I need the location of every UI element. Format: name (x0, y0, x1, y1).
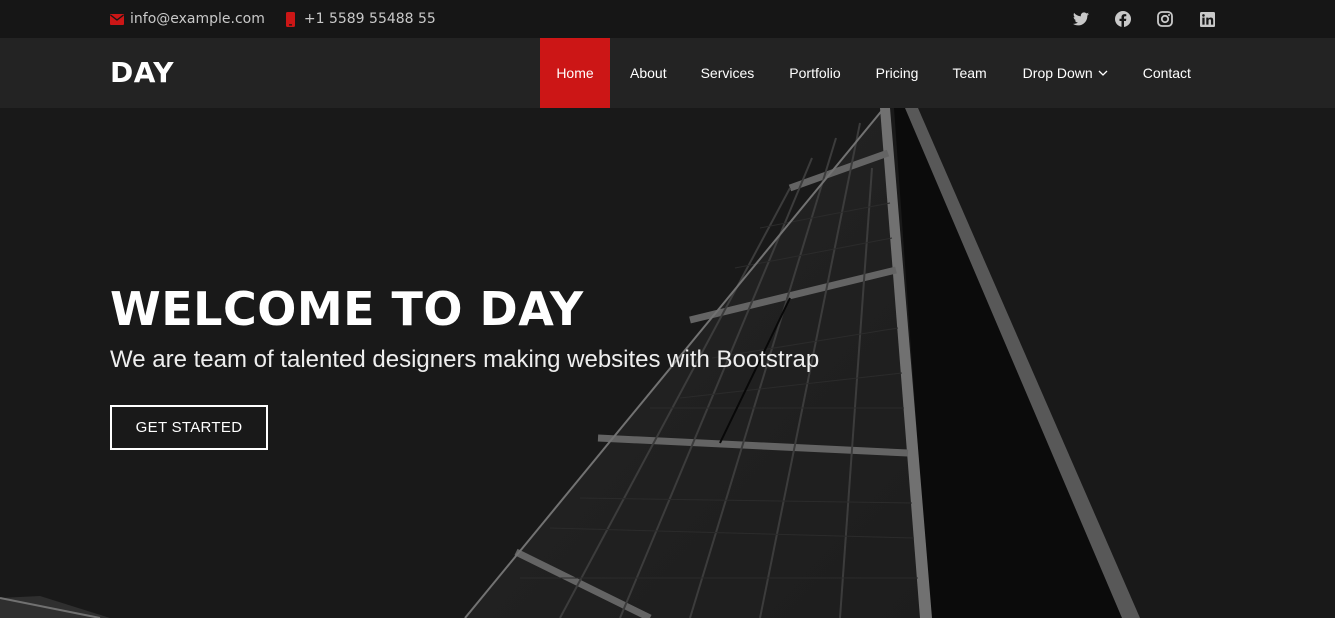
facebook-icon[interactable] (1115, 11, 1131, 27)
nav-item-about[interactable]: About (610, 38, 684, 108)
nav-item-contact[interactable]: Contact (1126, 38, 1191, 108)
email-link[interactable]: info@example.com (110, 11, 265, 27)
nav-label: Services (700, 65, 755, 81)
hero-title: WELCOME TO DAY (110, 282, 584, 336)
site-header: DAY Home About Services Portfolio Pricin… (0, 38, 1335, 108)
get-started-button[interactable]: GET STARTED (110, 405, 268, 450)
nav-item-portfolio[interactable]: Portfolio (771, 38, 857, 108)
twitter-icon[interactable] (1073, 11, 1089, 27)
nav-label: Pricing (875, 65, 919, 81)
instagram-icon[interactable] (1157, 11, 1173, 27)
email-text: info@example.com (130, 11, 265, 27)
nav-label: Home (556, 65, 594, 81)
phone-icon (284, 11, 298, 27)
chevron-down-icon (1098, 70, 1108, 76)
nav-label: Team (952, 65, 987, 81)
phone-text: +1 5589 55488 55 (303, 11, 436, 27)
hero-subtitle: We are team of talented designers making… (110, 346, 820, 373)
hero-section: WELCOME TO DAY We are team of talented d… (0, 108, 1335, 618)
nav-label: Contact (1142, 65, 1191, 81)
nav-item-services[interactable]: Services (684, 38, 772, 108)
phone-link[interactable]: +1 5589 55488 55 (284, 11, 436, 27)
envelope-icon (110, 12, 124, 26)
nav-item-home[interactable]: Home (540, 38, 610, 108)
site-logo[interactable]: DAY (110, 56, 174, 89)
contact-info: info@example.com +1 5589 55488 55 (110, 0, 455, 38)
nav-item-drop-down[interactable]: Drop Down (1005, 38, 1126, 108)
linkedin-icon[interactable] (1199, 11, 1215, 27)
social-links (1073, 0, 1215, 38)
nav-item-team[interactable]: Team (935, 38, 1004, 108)
nav-label: About (630, 65, 667, 81)
main-nav: Home About Services Portfolio Pricing Te… (540, 38, 1191, 108)
nav-item-pricing[interactable]: Pricing (858, 38, 936, 108)
nav-label: Portfolio (789, 65, 841, 81)
top-bar: info@example.com +1 5589 55488 55 (0, 0, 1335, 38)
nav-label: Drop Down (1022, 65, 1093, 81)
